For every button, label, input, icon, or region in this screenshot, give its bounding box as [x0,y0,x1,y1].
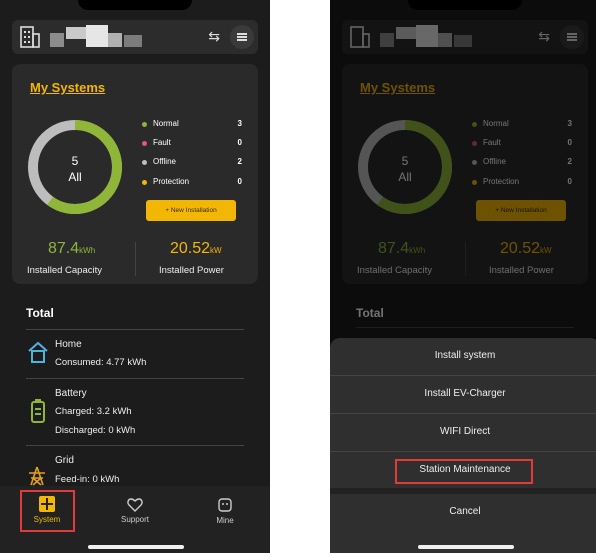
mine-profile-icon [218,498,232,512]
tab-mine-label: Mine [216,516,234,525]
battery-discharged: Discharged: 0 kWh [55,425,136,436]
battery-icon [31,399,45,423]
my-systems-link[interactable]: My Systems [30,80,105,95]
home-consumed: Consumed: 4.77 kWh [55,357,147,368]
home-indicator [88,545,184,549]
support-heart-icon [127,498,143,512]
legend-offline: Offline2 [142,156,242,168]
divider [330,375,596,376]
divider [330,413,596,414]
fault-dot-icon [142,141,147,146]
total-section-title: Total [26,306,54,320]
tab-mine[interactable]: Mine [195,492,255,530]
installed-power-value: 20.52kW [170,240,222,257]
divider [26,445,244,446]
divider [26,329,244,330]
home-indicator [418,545,514,549]
stats-divider [135,242,136,276]
sheet-gap [330,488,596,494]
install-action-sheet: Install system Install EV-Charger WIFI D… [330,338,596,553]
install-system-option[interactable]: Install system [330,350,596,361]
battery-title: Battery [55,388,87,399]
normal-dot-icon [142,122,147,127]
wifi-direct-option[interactable]: WIFI Direct [330,426,596,437]
systems-total-label: All [68,170,82,184]
installed-capacity-label: Installed Capacity [27,265,102,276]
station-name-redacted [50,25,145,49]
cancel-option[interactable]: Cancel [330,506,596,517]
legend-fault: Fault0 [142,137,242,149]
installed-power-label: Installed Power [159,265,224,276]
phone-screen-install-sheet: ⇆ My Systems 5 All Normal3 Fault0 Offlin… [330,0,596,553]
highlight-box-system-tab [20,490,75,532]
grid-feed-in: Feed-in: 0 kWh [55,474,120,485]
home-icon [28,341,48,363]
divider [26,378,244,379]
phone-screen-dashboard: ⇆ My Systems 5 All Normal 3 Fault 0 Offlin… [0,0,270,553]
tab-support[interactable]: Support [105,492,165,530]
divider [330,451,596,452]
new-installation-button[interactable]: + New Installation [146,200,236,221]
building-icon [20,26,40,48]
highlight-box-station-maintenance [395,459,533,484]
installed-capacity-value: 87.4kWh [48,240,96,257]
grid-title: Grid [55,455,74,466]
grid-tower-icon [29,466,45,486]
battery-charged: Charged: 3.2 kWh [55,406,132,417]
legend-protection: Protection0 [142,176,242,188]
station-selector[interactable]: ⇆ [12,20,258,54]
list-menu-icon[interactable] [230,25,254,49]
switch-station-icon[interactable]: ⇆ [208,28,220,45]
protection-dot-icon [142,180,147,185]
systems-total-count: 5 [71,154,79,168]
my-systems-card: My Systems 5 All Normal3 Fault0 Offline2… [12,64,258,284]
home-title: Home [55,339,82,350]
tab-support-label: Support [120,515,150,524]
offline-dot-icon [142,160,147,165]
phone-notch [78,0,192,10]
install-ev-charger-option[interactable]: Install EV-Charger [330,388,596,399]
legend-normal: Normal3 [142,118,242,130]
